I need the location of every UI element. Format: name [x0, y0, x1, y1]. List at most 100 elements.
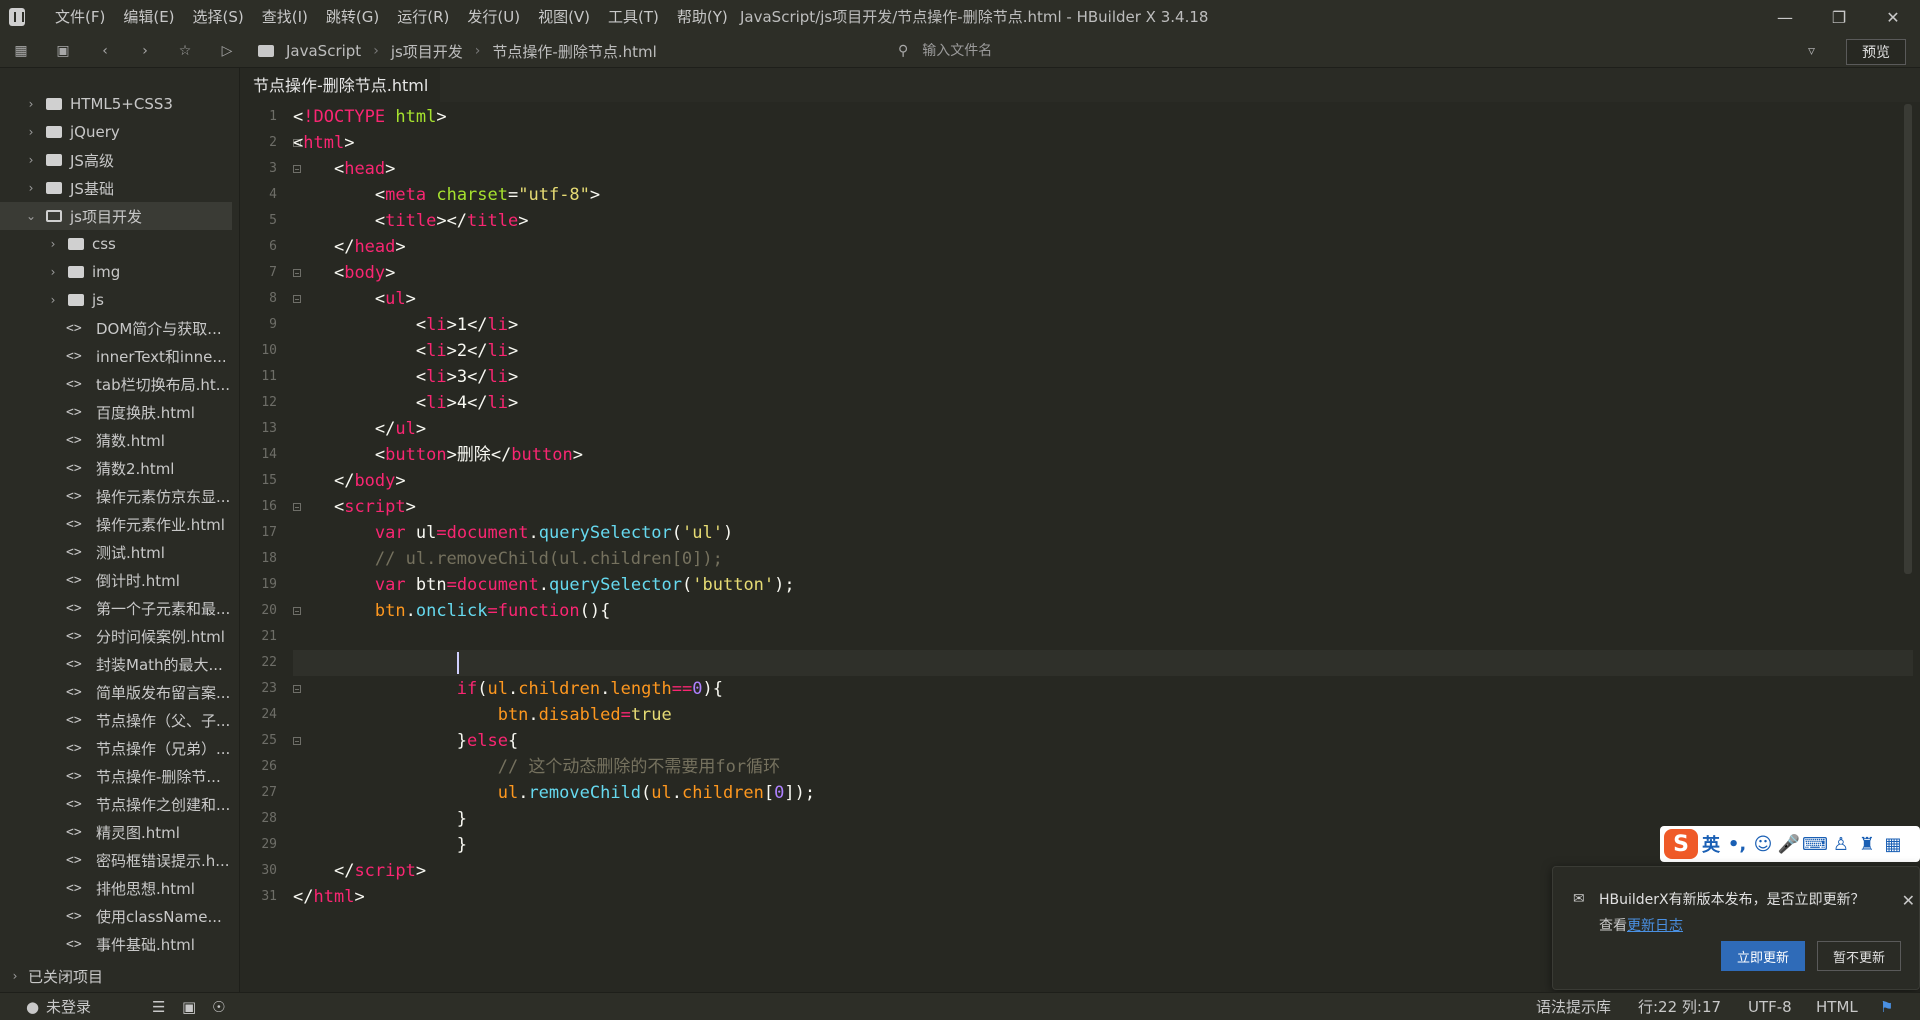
back-icon[interactable]: ‹ — [96, 42, 114, 60]
tree-item-file[interactable]: <> 操作元素作业.html — [0, 510, 240, 538]
bell-icon[interactable]: ⚑ — [1880, 993, 1893, 1020]
punctuation-icon[interactable]: •, — [1724, 834, 1750, 855]
tree-item-folder[interactable]: › HTML5+CSS3 — [0, 90, 240, 118]
cursor-position[interactable]: 行:22 列:17 — [1638, 993, 1721, 1020]
tree-item-file[interactable]: <> 封装Math的最大... — [0, 650, 240, 678]
menu-file[interactable]: 文件(F) — [46, 0, 114, 34]
tree-item-file[interactable]: <> 简单版发布留言案... — [0, 678, 240, 706]
terminal-icon[interactable]: ▣ — [182, 993, 196, 1020]
tree-item-folder[interactable]: › jQuery — [0, 118, 240, 146]
microphone-icon[interactable]: 🎤 — [1776, 834, 1802, 855]
tree-item-folder[interactable]: › img — [0, 258, 240, 286]
filter-icon[interactable]: ▿ — [1808, 43, 1815, 59]
file-search-input[interactable] — [922, 43, 1523, 59]
tree-item-file[interactable]: <> tab栏切换布局.ht... — [0, 370, 240, 398]
star-icon[interactable]: ☆ — [176, 42, 194, 60]
breadcrumb-item[interactable]: JavaScript — [286, 42, 361, 60]
tree-item-file[interactable]: <> 百度换肤.html — [0, 398, 240, 426]
tree-item-file[interactable]: <> 节点操作之创建和... — [0, 790, 240, 818]
closed-projects[interactable]: › 已关闭项目 — [0, 962, 240, 990]
ime-mode[interactable]: 英 — [1698, 831, 1724, 857]
close-icon[interactable]: ✕ — [1866, 0, 1920, 34]
tree-item-file[interactable]: <> 事件基础.html — [0, 930, 240, 958]
sogou-logo-icon[interactable]: S — [1664, 829, 1698, 859]
breadcrumb-item[interactable]: js项目开发 — [391, 41, 463, 62]
menu-edit[interactable]: 编辑(E) — [114, 0, 183, 34]
tree-item-file[interactable]: <> 倒计时.html — [0, 566, 240, 594]
notification-sub-prefix: 查看 — [1599, 918, 1627, 934]
list-icon[interactable]: ☰ — [152, 993, 165, 1020]
breadcrumb-item[interactable]: 节点操作-删除节点.html — [492, 41, 656, 62]
menu-find[interactable]: 查找(I) — [253, 0, 317, 34]
tree-item-file[interactable]: <> 节点操作-删除节... — [0, 762, 240, 790]
tree-item-file[interactable]: <> 第一个子元素和最... — [0, 594, 240, 622]
forward-icon[interactable]: › — [136, 42, 154, 60]
line-number: 8 — [241, 286, 301, 312]
code-area[interactable]: <!DOCTYPE html> <html> <head> <meta char… — [293, 104, 1913, 910]
tree-item-folder[interactable]: › JS基础 — [0, 174, 240, 202]
code-line: btn.onclick=function(){ — [374, 601, 611, 621]
tree-item-file[interactable]: <> DOM简介与获取... — [0, 314, 240, 342]
user-icon[interactable]: ♙ — [1828, 834, 1854, 855]
menu-run[interactable]: 运行(R) — [388, 0, 458, 34]
tree-item-open-project[interactable]: ⌄ js项目开发 — [0, 202, 232, 230]
tree-item-label: 精灵图.html — [96, 823, 180, 842]
line-number: 30 — [261, 863, 277, 878]
maximize-icon[interactable]: ❐ — [1812, 0, 1866, 34]
skin-icon[interactable]: ♜ — [1854, 834, 1880, 855]
minimize-icon[interactable]: — — [1758, 0, 1812, 34]
run-icon[interactable]: ▷ — [218, 42, 236, 60]
message-icon: ✉ — [1573, 891, 1585, 907]
code-line: var btn=document.querySelector('button')… — [374, 575, 795, 595]
syntax-library[interactable]: 语法提示库 — [1536, 993, 1611, 1020]
line-number: 19 — [261, 577, 277, 592]
user-icon[interactable]: ● — [26, 993, 39, 1020]
tree-item-file[interactable]: <> 测试.html — [0, 538, 240, 566]
editor-tab[interactable]: 节点操作-删除节点.html — [241, 68, 441, 102]
file-search: ⚲ — [898, 34, 1818, 68]
emoji-icon[interactable]: ☺ — [1750, 834, 1776, 855]
editor-scrollbar[interactable] — [1904, 104, 1912, 574]
tree-item-file[interactable]: <> 猜数2.html — [0, 454, 240, 482]
menu-select[interactable]: 选择(S) — [184, 0, 253, 34]
collapse-sidebar-icon[interactable]: ▦ — [12, 42, 30, 60]
tree-item-file[interactable]: <> innerText和inne... — [0, 342, 240, 370]
preview-button[interactable]: 预览 — [1846, 39, 1906, 65]
line-number: 5 — [269, 213, 277, 228]
menu-goto[interactable]: 跳转(G) — [317, 0, 388, 34]
menu-view[interactable]: 视图(V) — [529, 0, 599, 34]
menu-publish[interactable]: 发行(U) — [458, 0, 529, 34]
update-now-button[interactable]: 立即更新 — [1721, 941, 1805, 971]
tree-item-folder[interactable]: › js — [0, 286, 240, 314]
tree-item-file[interactable]: <> 排他思想.html — [0, 874, 240, 902]
changelog-link[interactable]: 更新日志 — [1627, 918, 1683, 934]
update-notification: ✉ HBuilderX有新版本发布，是否立即更新？ 查看更新日志 ✕ 立即更新 … — [1552, 866, 1920, 990]
code-line: <head> — [333, 159, 396, 179]
window-controls: — ❐ ✕ — [1758, 0, 1920, 34]
menu-help[interactable]: 帮助(Y) — [668, 0, 737, 34]
encoding[interactable]: UTF-8 — [1748, 993, 1792, 1020]
login-status[interactable]: 未登录 — [46, 993, 91, 1020]
grid-menu-icon[interactable]: ▦ — [1880, 834, 1906, 855]
tree-item-file[interactable]: <> 使用className... — [0, 902, 240, 930]
tree-item-file[interactable]: <> 节点操作（父、子... — [0, 706, 240, 734]
save-icon[interactable]: ▣ — [54, 42, 72, 60]
tree-item-file[interactable]: <> 猜数.html — [0, 426, 240, 454]
tree-item-folder[interactable]: › css — [0, 230, 240, 258]
update-later-button[interactable]: 暂不更新 — [1817, 941, 1901, 971]
html-file-icon: <> — [66, 432, 82, 448]
globe-icon[interactable]: ☉ — [212, 993, 225, 1020]
tree-item-file[interactable]: <> 密码框错误提示.h... — [0, 846, 240, 874]
chevron-right-icon: › — [474, 43, 481, 59]
keyboard-icon[interactable]: ⌨ — [1802, 834, 1828, 855]
tree-item-folder[interactable]: › JS高级 — [0, 146, 240, 174]
tree-item-file[interactable]: <> 分时问候案例.html — [0, 622, 240, 650]
tree-item-file[interactable]: <> 节点操作（兄弟）... — [0, 734, 240, 762]
line-number: 20 — [241, 598, 301, 624]
tree-item-file[interactable]: <> 精灵图.html — [0, 818, 240, 846]
tree-item-file[interactable]: <> 操作元素仿京东显... — [0, 482, 240, 510]
language-mode[interactable]: HTML — [1816, 993, 1858, 1020]
menu-tools[interactable]: 工具(T) — [599, 0, 668, 34]
close-icon[interactable]: ✕ — [1902, 891, 1915, 910]
line-number: 15 — [261, 473, 277, 488]
